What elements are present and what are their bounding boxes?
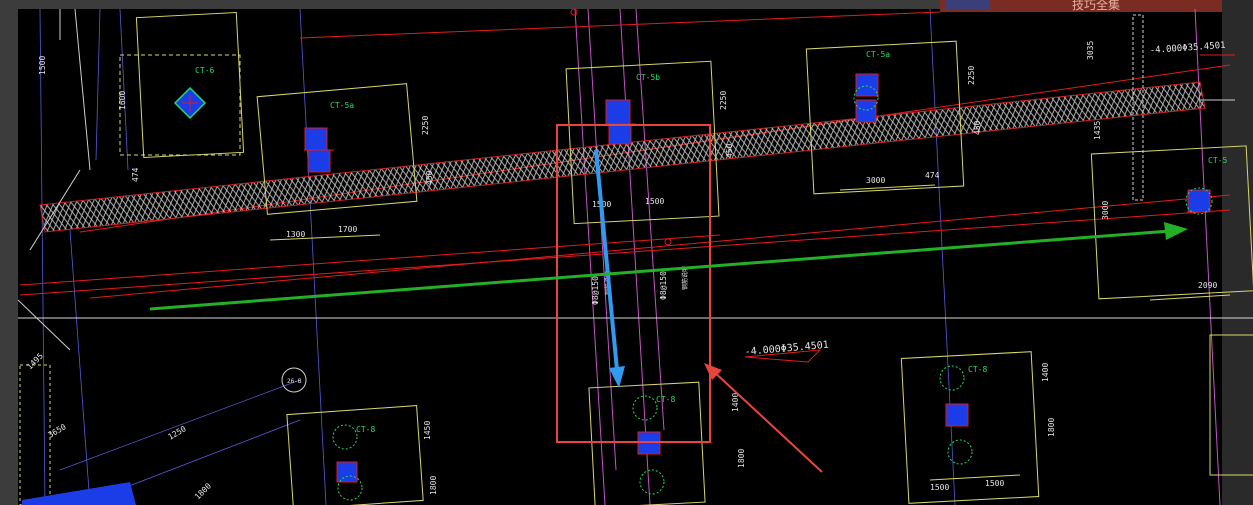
svg-text:2250: 2250 — [967, 66, 976, 85]
svg-text:1800: 1800 — [429, 476, 438, 495]
svg-text:Φ8@150: Φ8@150 — [591, 276, 600, 305]
overlay-banner-text: 技巧全集 — [1072, 0, 1120, 12]
svg-text:1700: 1700 — [338, 225, 357, 234]
svg-text:1500: 1500 — [645, 197, 664, 206]
cap-label-ct5b: CT-5b — [636, 73, 660, 82]
svg-text:3000: 3000 — [1101, 201, 1110, 220]
svg-text:3035: 3035 — [1086, 41, 1095, 60]
svg-text:1300: 1300 — [286, 230, 305, 239]
svg-text:450: 450 — [725, 143, 734, 158]
svg-text:2250: 2250 — [421, 116, 430, 135]
svg-text:1800: 1800 — [737, 449, 746, 468]
svg-text:1500: 1500 — [38, 56, 47, 75]
svg-text:1800: 1800 — [1047, 418, 1056, 437]
cap-label-ct8-right: CT-8 — [968, 365, 987, 374]
svg-text:474: 474 — [925, 171, 940, 180]
svg-text:1500: 1500 — [985, 479, 1004, 488]
cap-label-ct8-left: CT-8 — [356, 425, 375, 434]
svg-text:1450: 1450 — [423, 421, 432, 440]
svg-text:1500: 1500 — [930, 483, 949, 492]
svg-text:3000: 3000 — [866, 176, 885, 185]
cap-label-ct5: CT-5 — [1208, 156, 1227, 165]
svg-text:2090: 2090 — [1198, 281, 1217, 290]
svg-text:Φ8@150: Φ8@150 — [659, 271, 668, 300]
svg-text:26-B: 26-B — [287, 378, 302, 385]
column-ct5 — [1185, 187, 1213, 215]
svg-text:450: 450 — [973, 120, 982, 135]
svg-text:1600: 1600 — [118, 91, 127, 110]
cap-label-ct5a-left: CT-5a — [330, 101, 354, 110]
svg-text:474: 474 — [131, 167, 140, 182]
svg-text:1400: 1400 — [1041, 363, 1050, 382]
cap-label-ct5a-right: CT-5a — [866, 50, 890, 59]
cad-viewport[interactable]: 技巧全集 CT-6 CT-5a CT-5b CT-5a CT-5 CT-8 CT… — [0, 0, 1253, 505]
svg-text:1435: 1435 — [1093, 121, 1102, 140]
cad-drawing-canvas[interactable]: 技巧全集 CT-6 CT-5a CT-5b CT-5a CT-5 CT-8 CT… — [0, 0, 1253, 505]
svg-text:2250: 2250 — [719, 91, 728, 110]
cap-label-ct6: CT-6 — [195, 66, 214, 75]
cap-label-ct8-mid: CT-8 — [656, 395, 675, 404]
svg-text:450: 450 — [425, 170, 434, 185]
